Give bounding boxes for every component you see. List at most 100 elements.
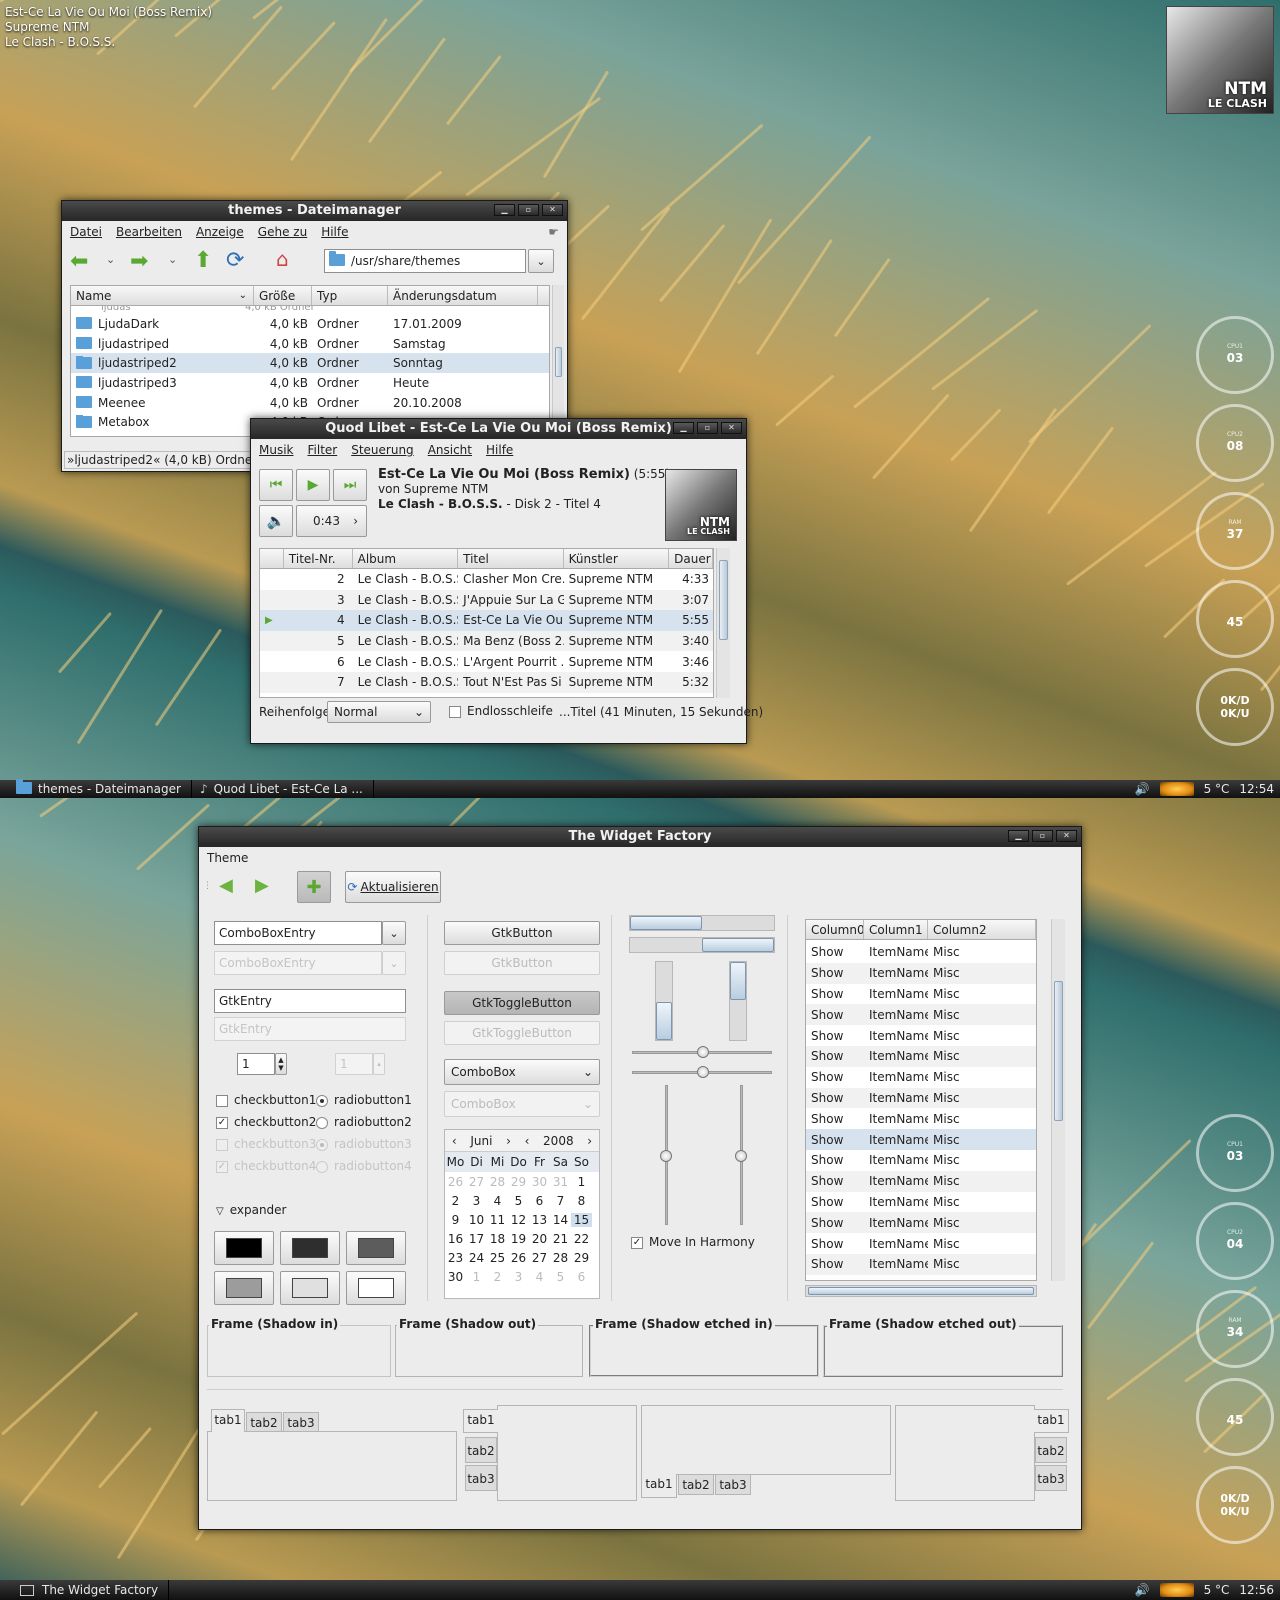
comboboxentry-field[interactable]: ComboBoxEntry: [214, 921, 382, 945]
calendar-day[interactable]: 5: [550, 1270, 571, 1284]
tree-row[interactable]: Show ItemName Misc: [806, 1233, 1036, 1254]
vscale-1-knob[interactable]: [660, 1150, 672, 1162]
calendar-day[interactable]: 30: [445, 1270, 466, 1284]
tree-col2[interactable]: Column2: [928, 920, 1036, 939]
home-icon[interactable]: ⌂: [276, 247, 289, 271]
treeview-vscrollbar[interactable]: [1051, 919, 1065, 1281]
calendar-day[interactable]: 3: [508, 1270, 529, 1284]
notebook-left-tab2[interactable]: tab2: [465, 1437, 497, 1463]
checkbutton1-box[interactable]: [216, 1094, 228, 1107]
notebook-bottom-tab2[interactable]: tab2: [678, 1474, 714, 1495]
prev-month-button[interactable]: ‹: [452, 1134, 457, 1148]
calendar-day[interactable]: 19: [508, 1232, 529, 1246]
col-name[interactable]: Name ⌄: [71, 286, 254, 305]
file-list-scrollbar[interactable]: [552, 285, 564, 437]
calendar-day[interactable]: 18: [487, 1232, 508, 1246]
close-button[interactable]: ✕: [542, 204, 563, 216]
calendar-day[interactable]: 31: [550, 1175, 571, 1189]
minimize-button[interactable]: ▁: [673, 422, 694, 434]
add-button[interactable]: ✚: [297, 871, 331, 903]
tree-row[interactable]: Show ItemName Misc: [806, 984, 1036, 1005]
calendar-day[interactable]: 10: [466, 1213, 487, 1227]
gtkbutton[interactable]: GtkButton: [444, 921, 600, 945]
vscale-2-knob[interactable]: [735, 1150, 747, 1162]
col-type[interactable]: Typ: [312, 286, 388, 305]
col-artist[interactable]: Künstler: [564, 549, 670, 568]
radiobutton1[interactable]: radiobutton1: [316, 1093, 412, 1107]
task-filemanager[interactable]: themes - Dateimanager: [0, 779, 192, 798]
col-title[interactable]: Titel: [458, 549, 564, 568]
refresh-button[interactable]: ⟳ Aktualisieren: [345, 871, 441, 903]
calendar-day[interactable]: 23: [445, 1251, 466, 1265]
order-combo[interactable]: Normal ⌄: [327, 701, 431, 723]
gtkentry-field[interactable]: GtkEntry: [214, 989, 406, 1013]
song-row[interactable]: 5 Le Clash - B.O.S.S. Ma Benz (Boss 2... Su…: [260, 630, 713, 652]
next-month-button[interactable]: ›: [506, 1134, 511, 1148]
radiobutton2-circle[interactable]: [316, 1116, 328, 1129]
notebook-top-tab3[interactable]: tab3: [283, 1412, 319, 1432]
forward-arrow-icon[interactable]: ➡: [130, 249, 148, 274]
volume-icon[interactable]: 🔊: [1135, 1583, 1150, 1597]
song-row[interactable]: 7 Le Clash - B.O.S.S. Tout N'Est Pas Si ..…: [260, 671, 713, 693]
notebook-bottom-tab1[interactable]: tab1: [641, 1474, 677, 1498]
calendar-day[interactable]: 15: [571, 1212, 592, 1227]
calendar-day[interactable]: 20: [529, 1232, 550, 1246]
back-arrow-icon[interactable]: ⬅: [70, 249, 88, 274]
player-titlebar[interactable]: Quod Libet - Est-Ce La Vie Ou Moi (Boss …: [251, 419, 746, 439]
clock[interactable]: 12:56: [1239, 1583, 1274, 1597]
tree-row[interactable]: Show ItemName Misc: [806, 1170, 1036, 1192]
calendar-day[interactable]: 4: [529, 1270, 550, 1284]
tree-row[interactable]: Show ItemName Misc: [806, 1253, 1036, 1275]
notebook-top-tab1[interactable]: tab1: [211, 1409, 245, 1432]
clock[interactable]: 12:54: [1239, 782, 1274, 796]
menu-hilfe[interactable]: Hilfe: [321, 225, 348, 239]
hscale-1-knob[interactable]: [697, 1046, 709, 1058]
maximize-button[interactable]: ▫: [518, 204, 539, 216]
calendar-day[interactable]: 14: [550, 1213, 571, 1227]
file-row[interactable]: ljudastriped3 4,0 kB Ordner Heute: [71, 373, 549, 393]
combobox[interactable]: ComboBox ⌄: [444, 1059, 600, 1085]
calendar-day[interactable]: 12: [508, 1213, 529, 1227]
maximize-button[interactable]: ▫: [1032, 830, 1053, 842]
calendar-day[interactable]: 24: [466, 1251, 487, 1265]
song-list-scrollbar[interactable]: [716, 548, 730, 698]
color-swatch-button[interactable]: [214, 1271, 274, 1305]
filemanager-titlebar[interactable]: themes - Dateimanager ▁ ▫ ✕: [62, 201, 567, 221]
calendar-day[interactable]: 26: [508, 1251, 529, 1265]
file-row[interactable]: Meenee 4,0 kB Ordner 20.10.2008: [71, 393, 549, 413]
next-button[interactable]: ⏭: [333, 469, 367, 501]
song-row[interactable]: 2 Le Clash - B.O.S.S. Clasher Mon Cre... Su…: [260, 569, 713, 590]
seek-button[interactable]: 0:43 ›: [296, 505, 367, 537]
tree-row[interactable]: Show ItemName Misc: [806, 1108, 1036, 1129]
notebook-top-tab2[interactable]: tab2: [246, 1412, 282, 1432]
spinbutton-arrows[interactable]: ▲ ▼: [275, 1053, 287, 1075]
menu-gehe-zu[interactable]: Gehe zu: [258, 225, 307, 239]
tree-row[interactable]: Show ItemName Misc: [806, 942, 1036, 963]
tree-row[interactable]: Show ItemName Misc: [806, 1067, 1036, 1088]
song-row[interactable]: 3 Le Clash - B.O.S.S. J'Appuie Sur La G...…: [260, 589, 713, 611]
next-year-button[interactable]: ›: [587, 1134, 592, 1148]
location-dropdown-button[interactable]: ⌄: [528, 249, 554, 273]
hscale-2-knob[interactable]: [697, 1066, 709, 1078]
forward-icon[interactable]: ▶: [255, 875, 269, 896]
menu-ansicht[interactable]: Ansicht: [428, 443, 472, 457]
calendar-day[interactable]: 6: [571, 1270, 592, 1284]
calendar-day[interactable]: 21: [550, 1232, 571, 1246]
tree-row[interactable]: Show ItemName Misc: [806, 1087, 1036, 1109]
calendar-day[interactable]: 11: [487, 1213, 508, 1227]
play-button[interactable]: ▶: [296, 469, 330, 501]
repeat-check-box[interactable]: [449, 705, 461, 718]
calendar-day[interactable]: 28: [550, 1251, 571, 1265]
menu-hilfe[interactable]: Hilfe: [486, 443, 513, 457]
close-button[interactable]: ✕: [721, 422, 742, 434]
radiobutton1-circle[interactable]: [316, 1094, 328, 1107]
tree-row[interactable]: Show ItemName Misc: [806, 1192, 1036, 1213]
volume-button[interactable]: 🔈: [259, 505, 293, 537]
widget-factory-titlebar[interactable]: The Widget Factory ▁ ▫ ✕: [199, 827, 1081, 847]
menu-anzeige[interactable]: Anzeige: [196, 225, 244, 239]
color-swatch-button[interactable]: [346, 1271, 406, 1305]
minimize-button[interactable]: ▁: [1008, 830, 1029, 842]
menu-datei[interactable]: Datei: [70, 225, 102, 239]
hscale-2[interactable]: [632, 1066, 772, 1078]
maximize-button[interactable]: ▫: [697, 422, 718, 434]
